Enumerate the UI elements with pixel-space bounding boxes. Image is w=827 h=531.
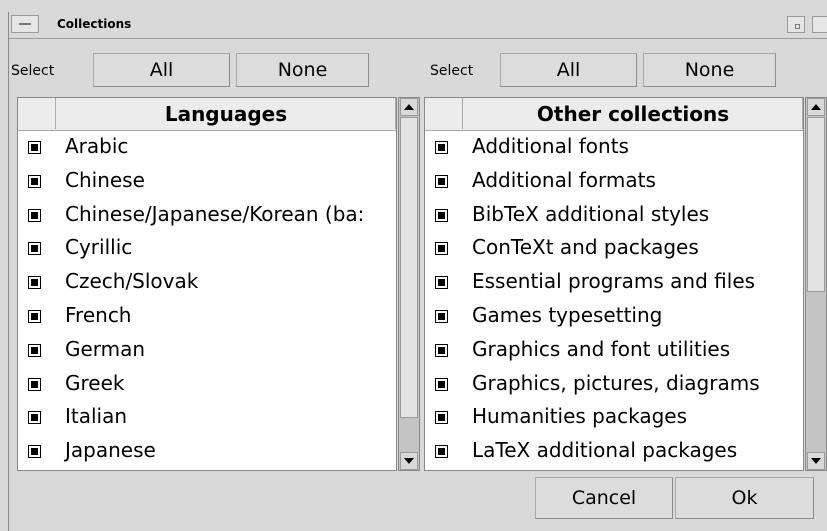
cancel-button[interactable]: Cancel — [535, 477, 673, 519]
scrollbar-thumb[interactable] — [807, 117, 825, 292]
item-label: Cyrillic — [65, 235, 133, 260]
list-item[interactable]: German — [18, 333, 396, 367]
arrow-down-icon — [811, 458, 821, 464]
item-checkbox[interactable] — [435, 174, 448, 188]
item-label: Graphics, pictures, diagrams — [472, 370, 760, 395]
item-label: Chinese — [65, 167, 145, 192]
list-item[interactable]: Greek — [18, 367, 396, 401]
list-item[interactable]: Graphics, pictures, diagrams — [425, 367, 803, 401]
list-item[interactable]: BibTeX additional styles — [425, 198, 803, 232]
list-item[interactable]: Italian — [18, 400, 396, 434]
checkbox-column-header — [18, 98, 56, 129]
languages-column-header: Languages — [57, 98, 396, 129]
item-label: Humanities packages — [472, 404, 688, 429]
list-item[interactable]: Additional fonts — [425, 130, 803, 164]
item-checkbox[interactable] — [28, 141, 41, 154]
languages-list-header: Languages — [18, 98, 396, 131]
item-label: Greek — [65, 370, 125, 395]
list-item[interactable]: LaTeX additional packages — [425, 434, 803, 468]
list-item[interactable]: Chinese — [18, 164, 396, 198]
item-label: Games typesetting — [472, 302, 663, 327]
list-item[interactable]: Graphics and font utilities — [425, 333, 803, 367]
list-item[interactable]: Humanities packages — [425, 400, 803, 434]
other-collections-scrollbar[interactable] — [805, 97, 827, 471]
arrow-up-icon — [404, 104, 414, 110]
list-item[interactable]: Czech/Slovak — [18, 265, 396, 299]
checkbox-column-header — [425, 98, 463, 129]
item-label: LaTeX additional packages — [472, 438, 738, 463]
other-collections-rows: Additional fonts Additional formats BibTeX… — [425, 130, 803, 468]
item-label: Japanese — [65, 438, 156, 463]
item-label: Graphics and font utilities — [472, 336, 731, 361]
list-item[interactable]: Cyrillic — [18, 231, 396, 265]
list-item[interactable]: Arabic — [18, 130, 396, 164]
item-checkbox[interactable] — [28, 377, 41, 391]
list-item[interactable]: Games typesetting — [425, 299, 803, 333]
item-checkbox[interactable] — [435, 208, 448, 222]
list-item[interactable]: French — [18, 299, 396, 333]
right-select-label: Select — [430, 63, 474, 79]
arrow-down-icon — [404, 458, 414, 464]
left-select-none-button[interactable]: None — [236, 53, 369, 87]
item-label: French — [65, 302, 132, 327]
other-collections-list-header: Other collections — [425, 98, 803, 131]
item-label: Essential programs and files — [472, 269, 756, 294]
ok-button[interactable]: Ok — [675, 477, 814, 519]
item-label: Czech/Slovak — [65, 269, 199, 294]
list-item[interactable]: Chinese/Japanese/Korean (ba: — [18, 198, 396, 232]
item-checkbox[interactable] — [435, 141, 448, 154]
window-menu-button[interactable] — [11, 15, 39, 33]
list-item[interactable]: Japanese — [18, 434, 396, 468]
list-item[interactable]: ConTeXt and packages — [425, 231, 803, 265]
item-checkbox[interactable] — [28, 343, 41, 357]
item-label: Additional fonts — [472, 134, 629, 158]
item-checkbox[interactable] — [435, 343, 448, 357]
scroll-up-button[interactable] — [807, 98, 825, 116]
minimize-button[interactable] — [787, 16, 805, 33]
other-collections-column-header: Other collections — [464, 98, 803, 129]
item-checkbox[interactable] — [28, 445, 41, 459]
item-checkbox[interactable] — [28, 242, 41, 256]
left-select-all-button[interactable]: All — [93, 53, 230, 87]
item-checkbox[interactable] — [435, 242, 448, 256]
list-item[interactable]: Additional formats — [425, 164, 803, 198]
item-label: BibTeX additional styles — [472, 201, 710, 226]
item-checkbox[interactable] — [28, 276, 41, 290]
scroll-down-button[interactable] — [807, 452, 825, 470]
item-label: Arabic — [65, 134, 129, 158]
languages-scrollbar[interactable] — [398, 97, 420, 471]
right-select-none-button[interactable]: None — [643, 53, 776, 87]
scroll-down-button[interactable] — [400, 452, 418, 470]
item-checkbox[interactable] — [435, 276, 448, 290]
arrow-up-icon — [811, 104, 821, 110]
list-item[interactable]: Essential programs and files — [425, 265, 803, 299]
scroll-up-button[interactable] — [400, 98, 418, 116]
languages-rows: Arabic Chinese Chinese/Japanese/Korean (ba… — [18, 130, 396, 468]
languages-list[interactable]: Languages Arabic Chinese Chinese/Japanese/… — [17, 97, 397, 471]
item-checkbox[interactable] — [28, 411, 41, 425]
item-checkbox[interactable] — [435, 411, 448, 425]
item-label: Chinese/Japanese/Korean (ba: — [65, 201, 365, 226]
item-label: ConTeXt and packages — [472, 235, 699, 260]
item-label: Italian — [65, 404, 128, 429]
item-label: Additional formats — [472, 167, 656, 192]
item-checkbox[interactable] — [28, 208, 41, 222]
item-label: German — [65, 336, 146, 361]
item-checkbox[interactable] — [28, 309, 41, 323]
item-checkbox[interactable] — [435, 445, 448, 459]
maximize-button[interactable] — [812, 16, 827, 33]
right-select-all-button[interactable]: All — [500, 53, 637, 87]
item-checkbox[interactable] — [435, 377, 448, 391]
left-select-label: Select — [11, 63, 55, 79]
item-checkbox[interactable] — [28, 174, 41, 188]
other-collections-list[interactable]: Other collections Additional fonts Additi… — [424, 97, 804, 471]
window-title: Collections — [57, 17, 132, 31]
item-checkbox[interactable] — [435, 309, 448, 323]
title-bar[interactable]: Collections — [9, 12, 827, 39]
scrollbar-thumb[interactable] — [400, 117, 418, 418]
